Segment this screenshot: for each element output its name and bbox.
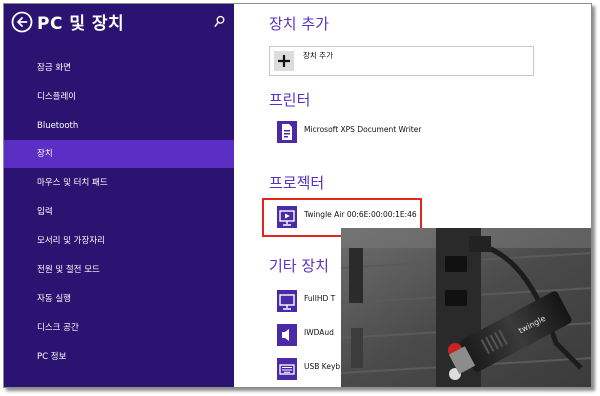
sidebar-item-label: 잠금 화면 bbox=[37, 63, 71, 73]
back-arrow-icon[interactable] bbox=[11, 11, 33, 33]
device-label: IWDAud bbox=[304, 328, 334, 337]
plus-icon bbox=[274, 51, 294, 71]
device-row-twingle-air[interactable]: Twingle Air 00:6E:00:00:1E:46 bbox=[269, 204, 419, 230]
hdmi-dongle-photo: twingle bbox=[341, 228, 591, 387]
sidebar-item-power-sleep[interactable]: 전원 및 절전 모드 bbox=[4, 256, 234, 284]
printers-heading: 프린터 bbox=[269, 91, 311, 109]
sidebar-item-typing[interactable]: 입력 bbox=[4, 198, 234, 226]
page-title: PC 및 장치 bbox=[37, 14, 125, 34]
search-icon[interactable] bbox=[214, 15, 226, 28]
add-device-label: 장치 추가 bbox=[303, 51, 333, 60]
sidebar-item-bluetooth[interactable]: Bluetooth bbox=[4, 112, 234, 140]
projectors-heading: 프로젝터 bbox=[269, 174, 325, 192]
sidebar-item-label: 모서리 및 가장자리 bbox=[37, 236, 105, 246]
sidebar-item-disk-space[interactable]: 디스크 공간 bbox=[4, 314, 234, 342]
sidebar-item-label: 입력 bbox=[37, 207, 53, 217]
device-label: USB Keyb bbox=[304, 362, 341, 371]
other-devices-heading: 기타 장치 bbox=[269, 257, 329, 275]
sidebar-item-label: 디스플레이 bbox=[37, 92, 77, 102]
device-label: Microsoft XPS Document Writer bbox=[304, 125, 422, 134]
speaker-icon bbox=[277, 324, 297, 346]
screenshot-frame: PC 및 장치 잠금 화면 디스플레이 Bluetooth 장치 마우스 및 터… bbox=[3, 3, 592, 388]
sidebar-item-label: 전원 및 절전 모드 bbox=[37, 265, 100, 275]
sidebar-item-lock-screen[interactable]: 잠금 화면 bbox=[4, 54, 234, 82]
keyboard-icon bbox=[277, 358, 297, 380]
sidebar-item-label: 마우스 및 터치 패드 bbox=[37, 178, 108, 188]
add-device-button[interactable]: 장치 추가 bbox=[269, 46, 534, 76]
device-label: FullHD T bbox=[304, 294, 336, 303]
sidebar-item-mouse-touchpad[interactable]: 마우스 및 터치 패드 bbox=[4, 169, 234, 197]
sidebar-item-display[interactable]: 디스플레이 bbox=[4, 83, 234, 111]
device-row-xps-writer[interactable]: Microsoft XPS Document Writer bbox=[269, 119, 489, 145]
projector-icon bbox=[277, 206, 297, 228]
sidebar-item-label: PC 정보 bbox=[37, 352, 67, 362]
sidebar-item-autoplay[interactable]: 자동 실행 bbox=[4, 285, 234, 313]
settings-sidebar: PC 및 장치 잠금 화면 디스플레이 Bluetooth 장치 마우스 및 터… bbox=[4, 4, 234, 387]
sidebar-item-label: Bluetooth bbox=[37, 121, 79, 131]
sidebar-item-corners-edges[interactable]: 모서리 및 가장자리 bbox=[4, 227, 234, 255]
sidebar-item-pc-info[interactable]: PC 정보 bbox=[4, 343, 234, 371]
sidebar-item-label: 자동 실행 bbox=[37, 294, 71, 304]
monitor-icon bbox=[277, 290, 297, 312]
device-label: Twingle Air 00:6E:00:00:1E:46 bbox=[304, 210, 417, 219]
sidebar-item-label: 장치 bbox=[37, 149, 53, 159]
add-device-heading: 장치 추가 bbox=[269, 15, 329, 33]
printer-icon bbox=[277, 121, 297, 143]
sidebar-item-label: 디스크 공간 bbox=[37, 323, 79, 333]
sidebar-item-devices[interactable]: 장치 bbox=[4, 140, 234, 168]
